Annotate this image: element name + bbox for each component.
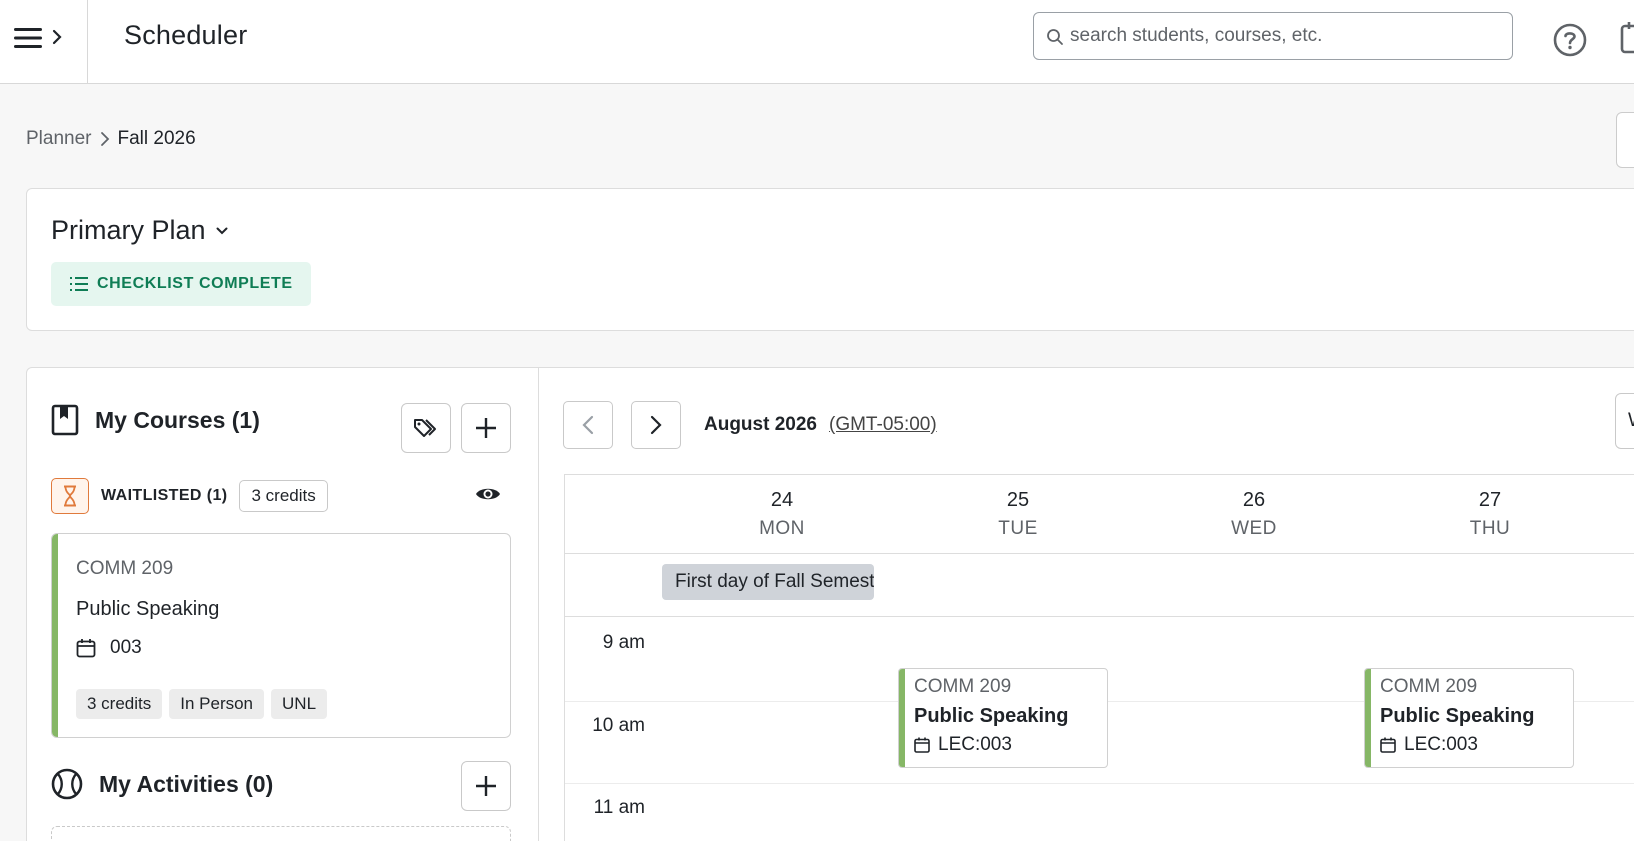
search-input[interactable] [1070, 13, 1490, 59]
credits-chip: 3 credits [239, 480, 328, 512]
checklist-status-label: CHECKLIST COMPLETE [97, 275, 293, 292]
help-icon[interactable] [1552, 22, 1588, 58]
page-action-button[interactable] [1616, 112, 1634, 168]
my-activities-header: My Activities (0) [51, 768, 273, 800]
hour-line [565, 783, 1634, 784]
hourglass-icon [64, 485, 76, 507]
next-week-button[interactable] [631, 401, 681, 449]
tag-icon [414, 419, 436, 437]
event-section: LEC:003 [914, 734, 1012, 756]
calendar-month: August 2026 [704, 414, 817, 435]
course-section: 003 [76, 637, 142, 659]
calendar-event[interactable]: COMM 209 Public Speaking LEC:003 [1364, 668, 1574, 768]
calendar-icon [76, 639, 96, 658]
waitlisted-group-header: WAITLISTED (1) 3 credits [51, 478, 328, 514]
event-status-bar [1365, 669, 1371, 767]
day-number: 24 [770, 489, 794, 511]
event-course-name: Public Speaking [914, 705, 1069, 727]
event-status-bar [899, 669, 905, 767]
event-course-name: Public Speaking [1380, 705, 1535, 727]
previous-week-button[interactable] [563, 401, 613, 449]
plus-icon [476, 418, 496, 438]
chevron-right-icon [52, 29, 62, 45]
timezone-link[interactable]: (GMT-05:00) [829, 414, 937, 436]
time-label: 10 am [592, 715, 645, 736]
chevron-down-icon [216, 227, 228, 234]
event-section-label: LEC:003 [1404, 734, 1478, 755]
book-icon [51, 404, 79, 436]
breadcrumb-current: Fall 2026 [117, 128, 196, 149]
course-tags: 3 credits In Person UNL [76, 689, 328, 719]
eye-icon[interactable] [475, 485, 501, 503]
chevron-left-icon [582, 415, 594, 435]
course-card[interactable]: COMM 209 Public Speaking 003 3 credits I… [51, 533, 511, 738]
course-code: COMM 209 [76, 558, 174, 579]
my-activities-title: My Activities (0) [99, 770, 274, 797]
calendar-icon [1380, 737, 1396, 753]
plan-selector[interactable]: Primary Plan [51, 215, 228, 246]
add-activity-button[interactable] [461, 761, 511, 811]
time-label: 9 am [602, 632, 645, 653]
plan-panel: Primary Plan CHECKLIST COMPLETE [26, 188, 1634, 331]
course-name: Public Speaking [76, 598, 220, 620]
event-course-code: COMM 209 [1380, 676, 1478, 697]
app-title: Scheduler [124, 20, 248, 50]
breadcrumb: Planner Fall 2026 [26, 128, 196, 150]
calendar-grid: 24 MON 25 TUE 26 WED 27 THU First day of… [564, 474, 1634, 841]
checklist-status-button[interactable]: CHECKLIST COMPLETE [51, 262, 311, 306]
course-tag: In Person [169, 689, 265, 719]
view-selector-button[interactable]: W [1615, 393, 1634, 449]
day-header-thu: 27 THU [1372, 475, 1608, 553]
chevron-right-icon [650, 415, 662, 435]
day-number: 26 [1242, 489, 1266, 511]
day-header-tue: 25 TUE [900, 475, 1136, 553]
search-box[interactable] [1033, 12, 1513, 60]
event-section: LEC:003 [1380, 734, 1478, 756]
calendar-icon [914, 737, 930, 753]
add-course-button[interactable] [461, 403, 511, 453]
breadcrumb-planner-link[interactable]: Planner [26, 128, 92, 150]
ball-icon [51, 768, 83, 800]
plus-icon [476, 776, 496, 796]
time-label: 11 am [593, 797, 645, 818]
course-tag: 3 credits [76, 689, 163, 719]
search-icon [1047, 29, 1063, 45]
checklist-icon [70, 277, 88, 291]
activities-empty-dropzone[interactable] [51, 826, 511, 841]
day-name: TUE [998, 518, 1038, 539]
my-courses-title: My Courses (1) [95, 406, 260, 433]
day-name: THU [1469, 518, 1511, 539]
top-bar: Scheduler [0, 0, 1634, 84]
hamburger-menu-icon [14, 28, 42, 48]
waitlisted-label: WAITLISTED (1) [101, 487, 228, 504]
waitlisted-badge [51, 478, 89, 514]
day-name: WED [1231, 518, 1277, 539]
all-day-event[interactable]: First day of Fall Semester [662, 564, 874, 600]
day-number: 27 [1478, 489, 1502, 511]
day-header-mon: 24 MON [664, 475, 900, 553]
course-status-bar [52, 534, 58, 737]
grid-divider [565, 616, 1634, 617]
calendar-icon[interactable] [1620, 20, 1634, 54]
grid-divider [565, 553, 1634, 554]
tag-button[interactable] [401, 403, 451, 453]
courses-sidebar: My Courses (1) WAITLISTED (1) 3 credits … [27, 368, 539, 841]
course-tag: UNL [271, 689, 328, 719]
calendar-event[interactable]: COMM 209 Public Speaking LEC:003 [898, 668, 1108, 768]
chevron-right-icon [100, 132, 109, 146]
day-header-wed: 26 WED [1136, 475, 1372, 553]
my-courses-header: My Courses (1) [51, 404, 260, 436]
main-panel: My Courses (1) WAITLISTED (1) 3 credits … [26, 367, 1634, 841]
day-number: 25 [1006, 489, 1030, 511]
event-course-code: COMM 209 [914, 676, 1012, 697]
section-number: 003 [110, 637, 142, 658]
plan-name: Primary Plan [51, 215, 206, 245]
event-section-label: LEC:003 [938, 734, 1012, 755]
menu-toggle-button[interactable] [0, 0, 88, 84]
day-name: MON [759, 518, 805, 539]
